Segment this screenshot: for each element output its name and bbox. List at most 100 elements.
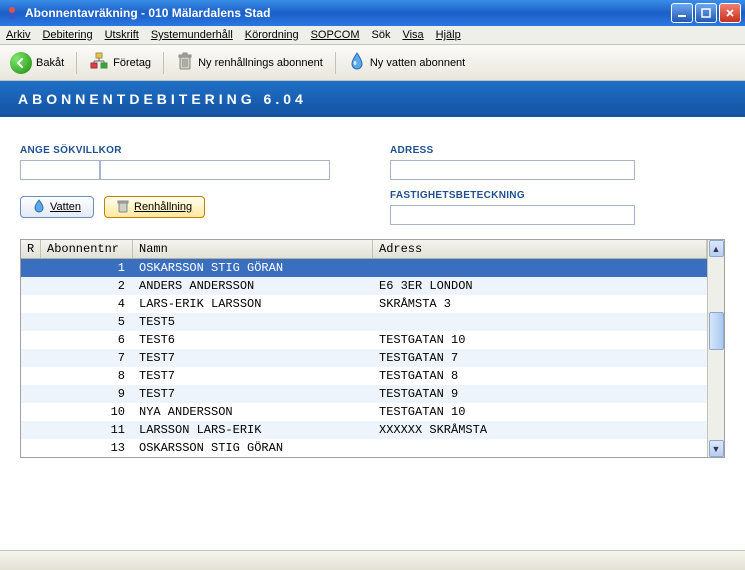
menu-utskrift[interactable]: Utskrift <box>105 29 139 41</box>
toolbar-separator <box>163 52 164 74</box>
property-input[interactable] <box>390 205 635 225</box>
grid-header-name[interactable]: Namn <box>133 240 373 258</box>
cell-num: 1 <box>41 261 133 275</box>
table-row[interactable]: 1OSKARSSON STIG GÖRAN <box>21 259 707 277</box>
cell-name: TEST5 <box>133 315 373 329</box>
search-input-small[interactable] <box>20 160 100 180</box>
app-icon <box>4 5 20 21</box>
toolbar-separator <box>76 52 77 74</box>
water-drop-icon <box>33 199 45 216</box>
menu-arkiv[interactable]: Arkiv <box>6 29 30 41</box>
table-row[interactable]: 2ANDERS ANDERSSONE6 3ER LONDON <box>21 277 707 295</box>
search-label: ANGE SÖKVILLKOR <box>20 145 340 156</box>
menu-sok[interactable]: Sök <box>372 29 391 41</box>
water-button-label: Vatten <box>50 201 81 213</box>
company-button[interactable]: Företag <box>85 49 155 76</box>
cell-addr: SKRÅMSTA 3 <box>373 297 707 311</box>
cell-addr: XXXXXX SKRÅMSTA <box>373 423 707 437</box>
grid-header-num[interactable]: Abonnentnr <box>41 240 133 258</box>
new-water-button[interactable]: Ny vatten abonnent <box>344 49 469 76</box>
title-bar: Abonnentavräkning - 010 Mälardalens Stad <box>0 0 745 26</box>
cell-name: TEST6 <box>133 333 373 347</box>
menu-bar: Arkiv Debitering Utskrift Systemunderhål… <box>0 26 745 45</box>
menu-visa[interactable]: Visa <box>402 29 423 41</box>
cell-addr: TESTGATAN 10 <box>373 333 707 347</box>
property-label: FASTIGHETSBETECKNING <box>390 190 635 201</box>
cell-name: TEST7 <box>133 369 373 383</box>
cell-name: LARS-ERIK LARSSON <box>133 297 373 311</box>
table-row[interactable]: 11LARSSON LARS-ERIKXXXXXX SKRÅMSTA <box>21 421 707 439</box>
banner-title: ABONNENTDEBITERING 6.04 <box>18 91 307 107</box>
menu-sopcom[interactable]: SOPCOM <box>311 29 360 41</box>
water-drop-icon <box>348 51 366 74</box>
table-row[interactable]: 8TEST7TESTGATAN 8 <box>21 367 707 385</box>
cell-num: 7 <box>41 351 133 365</box>
menu-hjalp[interactable]: Hjälp <box>436 29 461 41</box>
cell-name: ANDERS ANDERSSON <box>133 279 373 293</box>
back-label: Bakåt <box>36 57 64 69</box>
scroll-thumb[interactable] <box>709 312 724 350</box>
address-input[interactable] <box>390 160 635 180</box>
content-area: ANGE SÖKVILLKOR Vatten Renhållning ADRES… <box>0 117 745 468</box>
grid-header-r[interactable]: R <box>21 240 41 258</box>
address-label: ADRESS <box>390 145 635 156</box>
new-waste-button[interactable]: Ny renhållnings abonnent <box>172 49 327 76</box>
status-bar <box>0 550 745 570</box>
cell-num: 11 <box>41 423 133 437</box>
window-title: Abonnentavräkning - 010 Mälardalens Stad <box>25 6 671 20</box>
trash-icon <box>117 199 129 216</box>
table-row[interactable]: 6TEST6TESTGATAN 10 <box>21 331 707 349</box>
table-row[interactable]: 7TEST7TESTGATAN 7 <box>21 349 707 367</box>
minimize-button[interactable] <box>671 3 693 23</box>
table-row[interactable]: 5TEST5 <box>21 313 707 331</box>
cell-addr: TESTGATAN 9 <box>373 387 707 401</box>
close-button[interactable] <box>719 3 741 23</box>
cell-num: 6 <box>41 333 133 347</box>
cell-addr: TESTGATAN 8 <box>373 369 707 383</box>
menu-korordning[interactable]: Körordning <box>245 29 299 41</box>
menu-debitering[interactable]: Debitering <box>42 29 92 41</box>
grid-scrollbar[interactable]: ▲ ▼ <box>707 240 724 457</box>
trash-icon <box>176 51 194 74</box>
table-row[interactable]: 9TEST7TESTGATAN 9 <box>21 385 707 403</box>
hierarchy-icon <box>89 51 109 74</box>
maximize-button[interactable] <box>695 3 717 23</box>
table-row[interactable]: 10NYA ANDERSSONTESTGATAN 10 <box>21 403 707 421</box>
scroll-track[interactable] <box>709 257 724 440</box>
cell-num: 9 <box>41 387 133 401</box>
cell-addr: TESTGATAN 10 <box>373 405 707 419</box>
toolbar-separator <box>335 52 336 74</box>
cell-name: OSKARSSON STIG GÖRAN <box>133 261 373 275</box>
new-water-label: Ny vatten abonnent <box>370 57 465 69</box>
cell-name: TEST7 <box>133 387 373 401</box>
results-grid: R Abonnentnr Namn Adress 1OSKARSSON STIG… <box>20 239 725 458</box>
cell-num: 8 <box>41 369 133 383</box>
cell-name: LARSSON LARS-ERIK <box>133 423 373 437</box>
back-icon <box>10 52 32 74</box>
cell-name: OSKARSSON STIG GÖRAN <box>133 441 373 455</box>
grid-header-addr[interactable]: Adress <box>373 240 707 258</box>
new-waste-label: Ny renhållnings abonnent <box>198 57 323 69</box>
scroll-down-button[interactable]: ▼ <box>709 440 724 457</box>
cell-num: 10 <box>41 405 133 419</box>
grid-header: R Abonnentnr Namn Adress <box>21 240 707 259</box>
scroll-up-button[interactable]: ▲ <box>709 240 724 257</box>
table-row[interactable]: 4LARS-ERIK LARSSONSKRÅMSTA 3 <box>21 295 707 313</box>
waste-button-label: Renhållning <box>134 201 192 213</box>
toolbar: Bakåt Företag Ny renhållnings abonnent N… <box>0 45 745 81</box>
cell-num: 2 <box>41 279 133 293</box>
company-label: Företag <box>113 57 151 69</box>
search-input-main[interactable] <box>100 160 330 180</box>
back-button[interactable]: Bakåt <box>6 50 68 76</box>
menu-systemunderhall[interactable]: Systemunderhåll <box>151 29 233 41</box>
cell-name: TEST7 <box>133 351 373 365</box>
waste-button[interactable]: Renhållning <box>104 196 205 218</box>
banner: ABONNENTDEBITERING 6.04 <box>0 81 745 117</box>
cell-num: 13 <box>41 441 133 455</box>
table-row[interactable]: 13OSKARSSON STIG GÖRAN <box>21 439 707 457</box>
cell-num: 4 <box>41 297 133 311</box>
cell-addr: E6 3ER LONDON <box>373 279 707 293</box>
water-button[interactable]: Vatten <box>20 196 94 218</box>
cell-addr: TESTGATAN 7 <box>373 351 707 365</box>
cell-num: 5 <box>41 315 133 329</box>
